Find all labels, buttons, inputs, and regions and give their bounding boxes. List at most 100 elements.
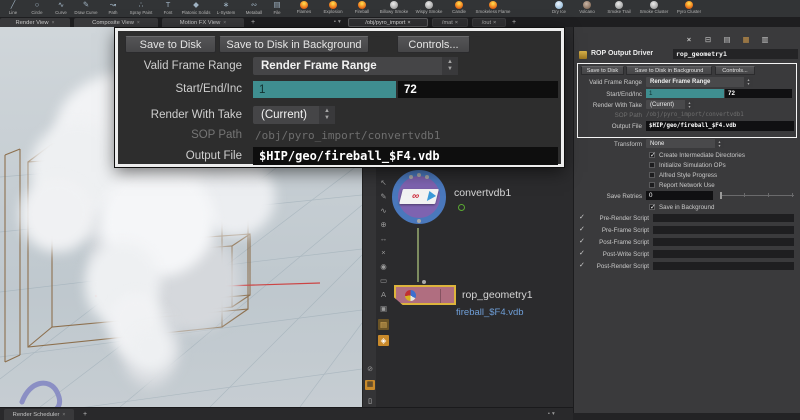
spinner-icon[interactable] <box>442 57 458 75</box>
folder-highlight-icon[interactable]: ▤ <box>378 319 389 330</box>
close-icon[interactable]: × <box>407 20 410 26</box>
shelf-tool-explosion[interactable]: Explosion <box>318 0 348 17</box>
pan-tool-icon[interactable]: ↔ <box>378 233 389 244</box>
close-icon[interactable]: × <box>52 20 55 26</box>
shelf-tool-circle[interactable]: ○Circle <box>25 0 49 17</box>
tab-obj-pyro-import[interactable]: /obj/pyro_import× <box>348 18 428 27</box>
shelf-tool-path[interactable]: ↝Path <box>101 0 125 17</box>
shelf-tool-billowy-smoke[interactable]: Billowy Smoke <box>376 0 412 17</box>
shelf-tool-wispy-smoke[interactable]: Wispy Smoke <box>412 0 446 17</box>
render-with-take-dropdown[interactable]: (Current) <box>646 100 694 109</box>
script-toggle[interactable]: ✓ <box>579 250 585 258</box>
tab-motion-fx-view[interactable]: Motion FX View× <box>162 18 244 27</box>
pane-menu-button[interactable]: ▪▾ <box>334 19 341 25</box>
spinner-icon[interactable] <box>685 100 694 109</box>
wire-tool-icon[interactable]: ∿ <box>378 205 389 216</box>
post-write-script-field[interactable] <box>653 250 794 258</box>
shelf-tool-line[interactable]: ╱Line <box>1 0 25 17</box>
checkbox[interactable] <box>649 162 655 168</box>
save-to-disk-button[interactable]: Save to Disk <box>581 66 624 75</box>
shelf-tool-curve[interactable]: ∿Curve <box>49 0 73 17</box>
shelf-tool-flames[interactable]: Flames <box>290 0 318 17</box>
shelf-tool-file[interactable]: ▤File <box>267 0 287 17</box>
node-input-dot[interactable] <box>409 175 413 179</box>
post-render-script-field[interactable] <box>653 262 794 270</box>
save-to-disk-button[interactable]: Save to Disk <box>125 36 216 53</box>
layout-grid-icon[interactable]: ▦ <box>365 380 375 390</box>
end-frame-field[interactable]: 72 <box>398 81 558 98</box>
shelf-tool-pyro-cluster[interactable]: Pyro Cluster <box>672 0 706 17</box>
save-retries-field[interactable]: 0 <box>646 191 713 200</box>
pane-menu-button[interactable]: ▪▾ <box>548 411 555 417</box>
close-icon[interactable]: × <box>455 20 458 26</box>
spinner-icon[interactable] <box>319 106 335 124</box>
valid-frame-range-dropdown[interactable]: Render Frame Range <box>253 57 458 75</box>
save-to-disk-background-button[interactable]: Save to Disk in Background <box>219 36 369 53</box>
sop-path-value[interactable]: /obj/pyro_import/convertvdb1 <box>646 112 744 118</box>
shelf-tool-candle[interactable]: Candle <box>446 0 472 17</box>
save-to-disk-background-button[interactable]: Save to Disk in Background <box>626 66 712 75</box>
node-input-dot[interactable] <box>417 173 421 177</box>
start-frame-field[interactable]: 1 <box>646 89 724 98</box>
script-toggle[interactable]: ✓ <box>579 238 585 246</box>
shelf-tool-draw-curve[interactable]: ✎Draw Curve <box>73 0 99 17</box>
node-input-dot[interactable] <box>422 280 426 284</box>
slider-handle[interactable] <box>720 192 722 199</box>
end-frame-field[interactable]: 72 <box>725 89 792 98</box>
shelf-tool-metaball[interactable]: ∾Metaball <box>241 0 267 17</box>
close-icon[interactable]: × <box>62 412 65 418</box>
shelf-tool-spray-paint[interactable]: ∴Spray Paint <box>127 0 155 17</box>
tools-icon[interactable]: × <box>684 35 694 45</box>
output-file-field[interactable]: $HIP/geo/fireball_$F4.vdb <box>646 121 794 131</box>
bypass-badge-icon[interactable] <box>458 204 465 211</box>
tab-composite-view[interactable]: Composite View× <box>74 18 158 27</box>
grid-icon[interactable]: ▥ <box>760 35 770 45</box>
annotate-icon[interactable]: A <box>378 289 389 300</box>
save-retries-slider[interactable] <box>720 195 794 196</box>
pre-frame-script-field[interactable] <box>653 226 794 234</box>
snap-icon[interactable]: ◉ <box>378 261 389 272</box>
add-tab-button[interactable]: + <box>509 18 519 27</box>
node-label[interactable]: rop_geometry1 <box>462 289 533 301</box>
pen-tool-icon[interactable]: ✎ <box>378 191 389 202</box>
grid-snap-icon[interactable]: ▣ <box>378 303 389 314</box>
controls-button[interactable]: Controls... <box>715 66 755 75</box>
node-output-dot[interactable] <box>417 219 421 223</box>
controls-button[interactable]: Controls... <box>397 36 470 53</box>
shelf-tool-smoke-cluster[interactable]: Smoke Cluster <box>636 0 672 17</box>
spinner-icon[interactable] <box>715 139 724 148</box>
close-icon[interactable]: × <box>137 20 140 26</box>
tree-view-icon[interactable]: ⊟ <box>703 35 713 45</box>
shelf-tool-smoke-trail[interactable]: Smoke Trail <box>602 0 636 17</box>
spinner-icon[interactable] <box>744 77 753 87</box>
add-tab-button[interactable]: + <box>80 409 90 420</box>
script-toggle[interactable]: ✓ <box>579 262 585 270</box>
grid-colored-icon[interactable]: ▦ <box>741 35 751 45</box>
sop-path-value[interactable]: /obj/pyro_import/convertvdb1 <box>255 129 440 142</box>
tab-mat[interactable]: /mat× <box>432 18 468 27</box>
select-tool-icon[interactable]: ↖ <box>378 177 389 188</box>
shelf-tool-dry-ice[interactable]: Dry Ice <box>546 0 572 17</box>
valid-frame-range-dropdown[interactable]: Render Frame Range <box>646 77 753 87</box>
add-tab-button[interactable]: + <box>248 18 258 27</box>
node-convertvdb1[interactable]: ∞ <box>392 170 446 224</box>
transform-dropdown[interactable]: None <box>646 139 724 148</box>
render-with-take-dropdown[interactable]: (Current) <box>253 106 335 124</box>
shelf-tool-font[interactable]: TFont <box>157 0 179 17</box>
link-indicator-icon[interactable]: ⊘ <box>365 365 375 375</box>
checkbox[interactable] <box>649 152 655 158</box>
checkbox[interactable] <box>649 182 655 188</box>
start-frame-field[interactable]: 1 <box>253 81 396 98</box>
node-rop-geometry1[interactable] <box>394 285 456 305</box>
node-name-field[interactable]: rop_geometry1 <box>673 49 798 59</box>
shelf-tool-l-system[interactable]: ∗L-System <box>213 0 239 17</box>
pre-render-script-field[interactable] <box>653 214 794 222</box>
post-frame-script-field[interactable] <box>653 238 794 246</box>
list-view-icon[interactable]: ▤ <box>722 35 732 45</box>
shelf-tool-volcano[interactable]: Volcano <box>572 0 602 17</box>
tab-render-scheduler[interactable]: Render Scheduler× <box>4 409 74 420</box>
close-icon[interactable]: × <box>223 20 226 26</box>
cut-wire-icon[interactable]: × <box>378 247 389 258</box>
add-node-icon[interactable]: ⊕ <box>378 219 389 230</box>
node-label[interactable]: convertvdb1 <box>454 187 511 199</box>
